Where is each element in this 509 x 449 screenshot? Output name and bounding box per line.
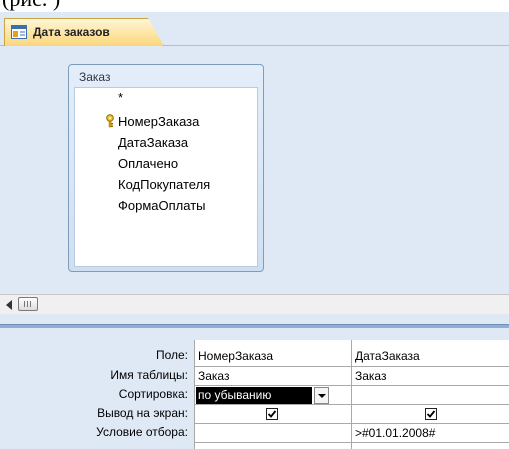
column-1-show-checkbox[interactable]: [266, 408, 278, 420]
sort-selected-value[interactable]: по убыванию: [196, 387, 312, 404]
column-1-table-cell[interactable]: Заказ: [198, 369, 229, 383]
tab-query-design[interactable]: Дата заказов: [4, 18, 164, 46]
row-label-field: Поле:: [155, 348, 188, 362]
document-text-fragment: (рис. ): [0, 0, 509, 12]
scroll-left-icon[interactable]: [6, 300, 12, 310]
checkmark-icon: [267, 410, 277, 418]
field-item[interactable]: НомерЗаказа: [118, 114, 199, 129]
grid-line: [351, 340, 352, 449]
field-all-columns[interactable]: *: [118, 90, 123, 105]
tab-label: Дата заказов: [33, 25, 110, 39]
column-1-field-cell[interactable]: НомерЗаказа: [198, 349, 273, 363]
column-2-criteria-cell[interactable]: >#01.01.2008#: [355, 426, 435, 440]
row-label-criteria: Условие отбора:: [96, 425, 188, 439]
table-field-list-window[interactable]: Заказ * НомерЗаказа ДатаЗаказа Оплачено …: [68, 64, 264, 272]
checkmark-icon: [426, 410, 436, 418]
column-2-table-cell[interactable]: Заказ: [355, 369, 386, 383]
scroll-thumb[interactable]: [18, 297, 38, 311]
grid-line: [194, 340, 195, 449]
field-item[interactable]: КодПокупателя: [118, 177, 210, 192]
table-design-pane: Заказ * НомерЗаказа ДатаЗаказа Оплачено …: [0, 46, 509, 294]
dropdown-button[interactable]: [314, 387, 329, 404]
field-item[interactable]: Оплачено: [118, 156, 178, 171]
field-item[interactable]: ФормаОплаты: [118, 198, 206, 213]
grip-icon: [24, 301, 32, 307]
chevron-down-icon: [318, 394, 326, 398]
horizontal-scrollbar[interactable]: [0, 294, 509, 314]
column-2-field-cell[interactable]: ДатаЗаказа: [355, 349, 420, 363]
field-list[interactable]: * НомерЗаказа ДатаЗаказа Оплачено КодПок…: [74, 87, 258, 267]
query-design-icon: [11, 25, 27, 39]
primary-key-icon: [106, 114, 114, 128]
row-label-sort: Сортировка:: [118, 387, 188, 401]
field-item[interactable]: ДатаЗаказа: [118, 135, 188, 150]
row-label-show: Вывод на экран:: [97, 406, 188, 420]
document-tab-bar: Дата заказов: [0, 12, 509, 46]
query-design-grid-pane: Поле: Имя таблицы: Сортировка: Вывод на …: [0, 328, 509, 449]
column-1-sort-dropdown[interactable]: по убыванию: [196, 387, 329, 404]
document-fragment-text: (рис. ): [2, 0, 60, 12]
pane-gap: [0, 314, 509, 324]
row-label-table: Имя таблицы:: [110, 368, 188, 382]
column-2-show-checkbox[interactable]: [425, 408, 437, 420]
table-title: Заказ: [79, 70, 111, 84]
query-grid: НомерЗаказа Заказ по убыванию ДатаЗаказа…: [194, 340, 509, 449]
